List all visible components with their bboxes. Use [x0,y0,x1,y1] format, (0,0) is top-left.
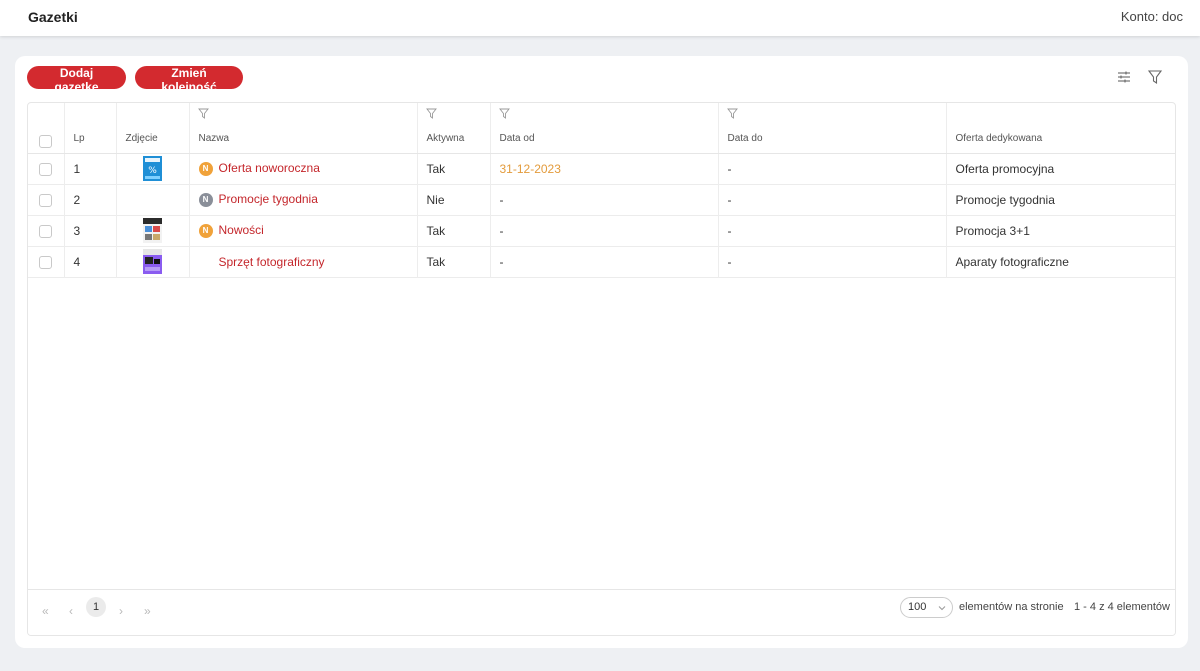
per-page-label: elementów na stronie [959,601,1064,613]
select-all-cell [28,103,65,154]
leaflets-table: Lp Zdjęcie Nazwa Aktywna Data od Data do [27,102,1176,636]
row-date-from: - [490,184,719,215]
row-date-from: 31-12-2023 [499,161,561,176]
page-title: Gazetki [28,9,78,25]
table-row[interactable]: 4 Sprzęt fotograficzny Tak - - Aparaty f… [28,246,1175,277]
leaflet-thumbnail[interactable] [143,249,162,274]
table-header-row: Lp Zdjęcie Nazwa Aktywna Data od Data do [28,103,1175,154]
column-date-to[interactable]: Data do [718,103,947,154]
page-size-value: 100 [908,601,927,613]
row-active: Tak [417,215,491,246]
main-card: Dodaj gazetkę Zmień kolejność Lp Zdjęcie [15,56,1188,648]
row-offer: Aparaty fotograficzne [946,246,1175,277]
pagination: « ‹ 1 › » 100 elementów na stronie 1 - 4… [28,589,1175,635]
column-filter-icon[interactable] [425,108,437,119]
leaflet-name-link[interactable]: Nowości [219,223,264,237]
new-badge: N [198,223,213,238]
row-date-to: - [718,184,947,215]
reorder-button[interactable]: Zmień kolejność [135,66,243,94]
row-date-to: - [718,246,947,277]
leaflet-thumbnail[interactable]: % [143,156,162,181]
sliders-icon[interactable] [1115,68,1133,86]
column-photo: Zdjęcie [116,103,190,154]
column-offer[interactable]: Oferta dedykowana [946,103,1175,154]
row-active: Nie [417,184,491,215]
row-active: Tak [417,246,491,277]
row-checkbox[interactable] [39,162,53,176]
leaflet-thumbnail[interactable] [143,218,162,243]
svg-text:%: % [148,166,157,176]
current-page-button[interactable]: 1 [86,597,106,617]
column-lp[interactable]: Lp [64,103,117,154]
table-row[interactable]: 3 N Nowości Tak - - Promocja 3+1 [28,215,1175,246]
row-date-to: - [718,215,947,246]
column-filter-icon[interactable] [498,108,510,119]
prev-page-button[interactable]: ‹ [69,604,73,618]
column-filter-icon[interactable] [726,108,738,119]
column-date-from[interactable]: Data od [490,103,719,154]
column-name[interactable]: Nazwa [189,103,418,154]
row-photo-empty [116,184,190,215]
top-bar: Gazetki Konto: doc [0,0,1200,36]
row-offer: Oferta promocyjna [946,153,1175,184]
first-page-button[interactable]: « [42,604,49,618]
row-lp: 1 [64,153,117,184]
row-checkbox[interactable] [39,224,53,238]
column-active[interactable]: Aktywna [417,103,491,154]
account-label[interactable]: Konto: doc [1121,9,1183,24]
last-page-button[interactable]: » [144,604,151,618]
new-badge: N [198,192,213,207]
select-all-checkbox[interactable] [39,134,52,148]
row-lp: 2 [64,184,117,215]
page-size-select[interactable]: 100 [900,597,953,618]
new-badge: N [198,161,213,176]
row-offer: Promocja 3+1 [946,215,1175,246]
row-active: Tak [417,153,491,184]
table-row[interactable]: 1 % N Oferta noworoczna Tak 31-12-2023 - … [28,153,1175,184]
leaflet-name-link[interactable]: Sprzęt fotograficzny [219,255,325,269]
row-date-to: - [718,153,947,184]
column-filter-icon[interactable] [197,108,209,119]
funnel-icon[interactable] [1146,68,1164,86]
leaflet-name-link[interactable]: Promocje tygodnia [219,192,318,206]
range-label: 1 - 4 z 4 elementów [1074,601,1170,613]
row-date-from: - [490,246,719,277]
row-offer: Promocje tygodnia [946,184,1175,215]
row-checkbox[interactable] [39,193,53,207]
row-lp: 4 [64,246,117,277]
add-leaflet-button[interactable]: Dodaj gazetkę [27,66,126,94]
table-row[interactable]: 2 N Promocje tygodnia Nie - - Promocje ty… [28,184,1175,215]
row-date-from: - [490,215,719,246]
row-checkbox[interactable] [39,255,53,269]
leaflet-name-link[interactable]: Oferta noworoczna [219,161,320,175]
row-lp: 3 [64,215,117,246]
next-page-button[interactable]: › [119,604,123,618]
chevron-down-icon [938,606,946,611]
